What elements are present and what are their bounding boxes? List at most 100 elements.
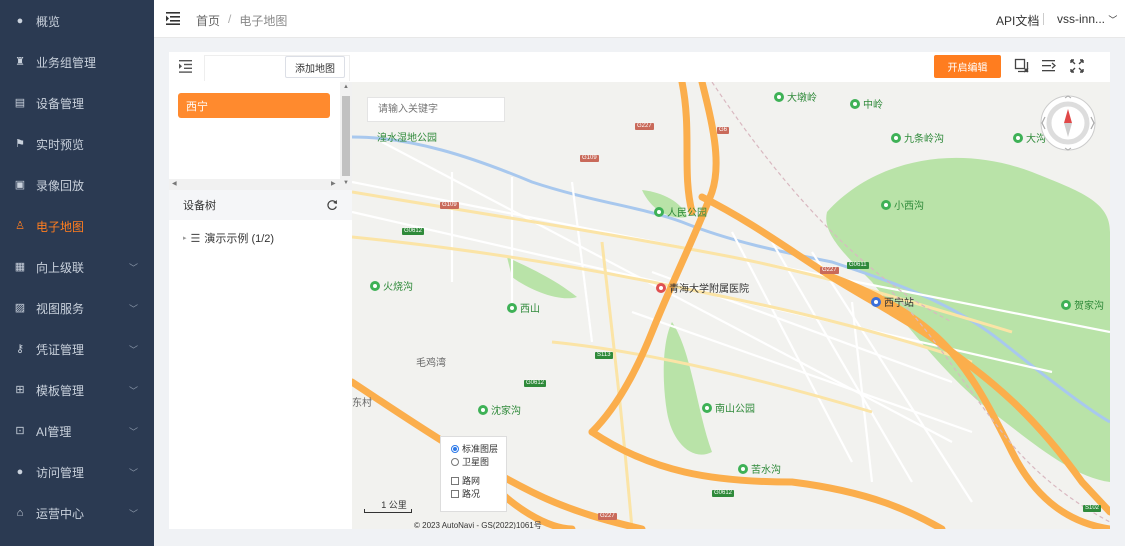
tree-node-label: 演示示例 (1/2) — [204, 233, 275, 245]
road-badge: G0611 — [847, 262, 869, 269]
map-list-item-selected[interactable]: 西宁 — [178, 93, 330, 118]
sidebar-item-credentials[interactable]: ⚷ 凭证管理 ﹀ — [0, 329, 154, 370]
radio-selected-icon[interactable] — [451, 444, 459, 453]
poi-shidi-park[interactable]: 湟水湿地公园 — [377, 129, 437, 144]
refresh-icon[interactable] — [326, 199, 338, 211]
poi-label: 火烧沟 — [383, 282, 413, 293]
sidebar-item-business-groups[interactable]: ♜ 业务组管理 — [0, 42, 154, 83]
poi-pin-icon — [654, 206, 664, 217]
breadcrumb-current: 电子地图 — [239, 14, 288, 28]
poi-label: 小西沟 — [894, 201, 924, 212]
sidebar-item-live-preview[interactable]: ⚑ 实时预览 — [0, 124, 154, 165]
poi-kushuigou[interactable]: 苦水沟 — [738, 461, 781, 476]
enable-edit-button[interactable]: 开启编辑 — [934, 55, 1001, 78]
poi-pin-icon — [478, 404, 488, 415]
layer-label: 路网 — [462, 476, 481, 486]
map-search-input[interactable] — [367, 97, 505, 122]
add-map-button[interactable]: 添加地图 — [285, 56, 345, 78]
sidebar-item-label: 访问管理 — [36, 466, 85, 480]
poi-pin-icon — [702, 402, 712, 413]
road-badge: G0612 — [712, 490, 735, 497]
road-badge: G109 — [440, 202, 459, 209]
poi-dadunling[interactable]: 大墩岭 — [774, 89, 817, 104]
layer-traffic-option[interactable]: 路况 — [451, 487, 506, 500]
poi-shenjiagou[interactable]: 沈家沟 — [478, 402, 521, 417]
poi-label: 沈家沟 — [491, 406, 521, 417]
poi-nanshan-park[interactable]: 南山公园 — [702, 400, 755, 415]
road-badge: G6 — [717, 127, 730, 134]
list-icon: ☰ — [190, 232, 201, 245]
sidebar-item-playback[interactable]: ▣ 录像回放 — [0, 165, 154, 206]
horizontal-scrollbar[interactable]: ◀ ▶ — [169, 179, 340, 190]
video-icon: ▣ — [14, 179, 26, 191]
scale-bar — [364, 509, 412, 513]
poi-jiajiagou[interactable]: 贺家沟 — [1061, 297, 1104, 312]
collapse-right-icon[interactable] — [1041, 58, 1057, 74]
sidebar-item-overview[interactable]: ● 概览 — [0, 1, 154, 42]
scroll-left-arrow-icon[interactable]: ◀ — [172, 180, 177, 187]
poi-label: 大墩岭 — [787, 93, 817, 104]
map-canvas[interactable]: 大墩岭 中岭 九条岭沟 大沟 湟水湿地公园 人民公园 小西沟 火烧沟 西山 青海… — [352, 82, 1110, 529]
sidebar-item-devices[interactable]: ▤ 设备管理 — [0, 83, 154, 124]
chevron-down-icon: ﹀ — [128, 468, 138, 478]
sidebar-item-emap[interactable]: ♙ 电子地图 — [0, 206, 154, 247]
road-badge: G109 — [580, 155, 599, 162]
chevron-down-icon: ﹀ — [128, 263, 138, 273]
poi-zhongling[interactable]: 中岭 — [850, 96, 883, 111]
caret-right-icon[interactable]: ▸ — [183, 234, 187, 242]
poi-pin-icon — [1061, 299, 1071, 310]
poi-label: 南山公园 — [715, 404, 755, 415]
breadcrumb-home[interactable]: 首页 — [196, 12, 220, 29]
poi-jiutiaolinggou[interactable]: 九条岭沟 — [891, 130, 944, 145]
scrollbar-thumb[interactable] — [342, 96, 350, 176]
sidebar-item-view-service[interactable]: ▨ 视图服务 ﹀ — [0, 288, 154, 329]
poi-label: 九条岭沟 — [904, 134, 944, 145]
poi-xiaoxigou[interactable]: 小西沟 — [881, 197, 924, 212]
chevron-down-icon: ﹀ — [128, 304, 138, 314]
left-pane: 西宁 ▲ ▼ ◀ ▶ 设备树 ▸ ☰ 演示示例 (1/2) — [169, 82, 352, 529]
poi-xishan[interactable]: 西山 — [507, 300, 540, 315]
poi-pin-icon — [774, 91, 784, 102]
road-badge: S102 — [1083, 505, 1102, 512]
tree-node[interactable]: ▸ ☰ 演示示例 (1/2) — [183, 230, 274, 246]
sidebar-item-operations[interactable]: ⌂ 运营中心 ﹀ — [0, 493, 154, 534]
poi-xining-station[interactable]: 西宁站 — [871, 294, 914, 309]
checkbox-icon[interactable] — [451, 476, 459, 485]
poi-label: 中岭 — [863, 100, 883, 111]
sidebar-item-access[interactable]: ● 访问管理 ﹀ — [0, 452, 154, 493]
menu-fold-icon[interactable] — [166, 12, 180, 25]
cascade-icon: ▦ — [14, 261, 26, 273]
compass-icon[interactable] — [1039, 94, 1097, 152]
layer-label: 标准图层 — [462, 444, 499, 454]
sidebar-item-ai[interactable]: ⊡ AI管理 ﹀ — [0, 411, 154, 452]
layer-satellite-option[interactable]: 卫星图 — [451, 455, 506, 468]
poi-pin-icon — [881, 199, 891, 210]
poi-renmin-park[interactable]: 人民公园 — [654, 204, 707, 219]
vertical-scrollbar[interactable]: ▲ ▼ — [340, 82, 352, 190]
sidebar-item-label: 凭证管理 — [36, 343, 85, 357]
layer-roadnet-option[interactable]: 路网 — [451, 474, 506, 487]
scroll-up-arrow-icon[interactable]: ▲ — [343, 84, 349, 90]
poi-pin-icon — [850, 98, 860, 109]
sidebar-item-templates[interactable]: ⊞ 模板管理 ﹀ — [0, 370, 154, 411]
ai-icon: ⊡ — [15, 425, 25, 437]
poi-label: 贺家沟 — [1074, 301, 1104, 312]
fullscreen-icon[interactable] — [1069, 58, 1085, 74]
poi-hospital[interactable]: 青海大学附属医院 — [656, 280, 749, 295]
radio-icon[interactable] — [451, 457, 459, 466]
scroll-right-arrow-icon[interactable]: ▶ — [331, 180, 336, 187]
clear-selection-icon[interactable] — [1014, 58, 1030, 74]
scroll-down-arrow-icon[interactable]: ▼ — [343, 180, 349, 186]
user-menu[interactable]: vss-inn... ﹀ — [1057, 12, 1117, 26]
layer-standard-option[interactable]: 标准图层 — [451, 442, 506, 455]
api-doc-link[interactable]: API文档 — [996, 12, 1039, 29]
place-dongcun: 东村 — [352, 394, 372, 409]
poi-huoshaogou[interactable]: 火烧沟 — [370, 278, 413, 293]
sidebar-item-label: 设备管理 — [36, 97, 85, 111]
checkbox-icon[interactable] — [451, 489, 459, 498]
indent-icon[interactable] — [179, 60, 192, 73]
sidebar-item-cascade[interactable]: ▦ 向上级联 ﹀ — [0, 247, 154, 288]
poi-label: 人民公园 — [667, 208, 707, 219]
road-badge: S113 — [595, 352, 613, 359]
sidebar-item-label: 向上级联 — [36, 261, 85, 275]
